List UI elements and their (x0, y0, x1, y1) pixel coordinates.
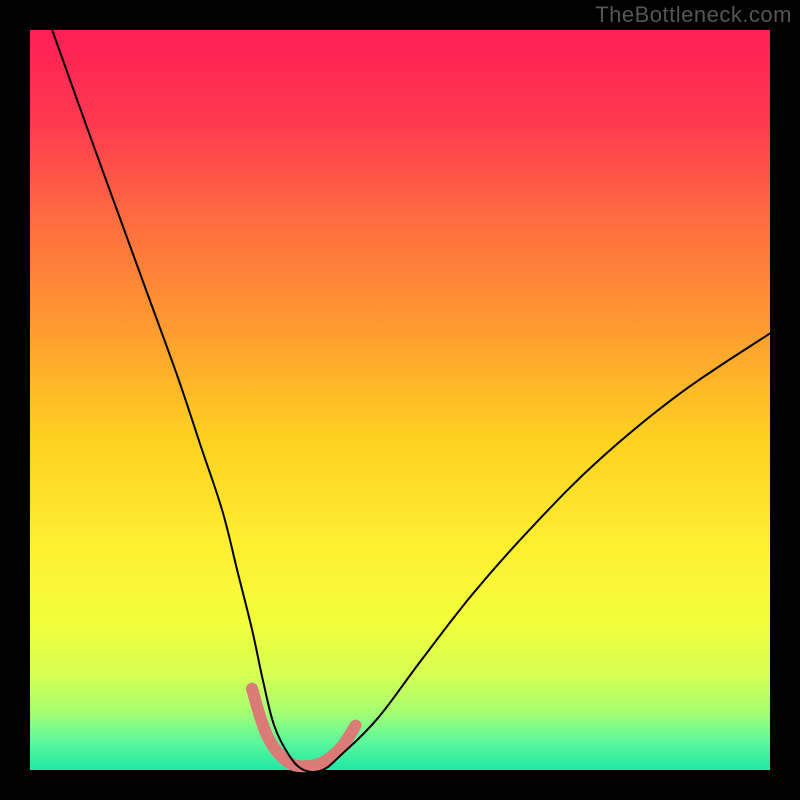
chart-frame: TheBottleneck.com (0, 0, 800, 800)
watermark-text: TheBottleneck.com (595, 2, 792, 28)
bottleneck-curve-path (52, 30, 770, 772)
curve-layer (30, 30, 770, 770)
plot-area (30, 30, 770, 770)
